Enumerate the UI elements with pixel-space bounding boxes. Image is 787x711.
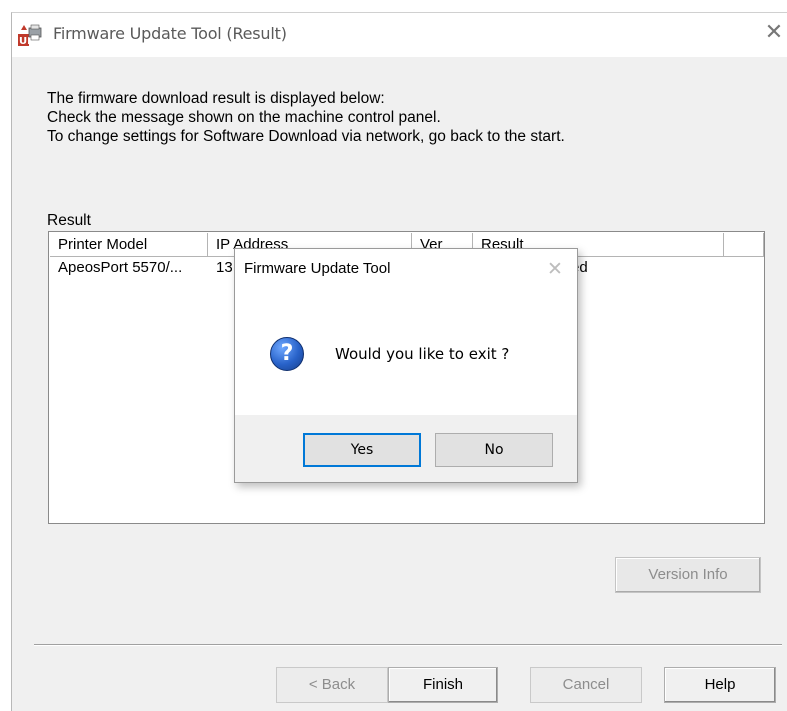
question-icon: ? xyxy=(270,337,304,371)
no-button[interactable]: No xyxy=(435,433,553,467)
instruction-line-2: Check the message shown on the machine c… xyxy=(47,109,441,126)
window-title: Firmware Update Tool (Result) xyxy=(53,24,287,43)
exit-confirm-dialog: Firmware Update Tool ✕ ? Would you like … xyxy=(234,248,578,483)
back-button[interactable]: < Back xyxy=(276,667,388,703)
help-button[interactable]: Help xyxy=(664,667,776,703)
instructions: The firmware download result is displaye… xyxy=(47,89,565,146)
dialog-title: Firmware Update Tool xyxy=(244,260,391,277)
column-filler xyxy=(724,233,764,257)
separator xyxy=(34,644,782,646)
window-close-button[interactable]: ✕ xyxy=(762,19,786,47)
version-info-button[interactable]: Version Info xyxy=(615,557,761,593)
title-bar[interactable]: UP Firmware Update Tool (Result) ✕ xyxy=(12,13,787,57)
dialog-footer: Yes No xyxy=(235,415,577,482)
instruction-line-1: The firmware download result is displaye… xyxy=(47,90,385,107)
yes-button[interactable]: Yes xyxy=(303,433,421,467)
dialog-close-button[interactable]: ✕ xyxy=(543,257,567,281)
cancel-button[interactable]: Cancel xyxy=(530,667,642,703)
finish-button[interactable]: Finish xyxy=(388,667,498,703)
result-label: Result xyxy=(47,212,91,229)
column-printer-model[interactable]: Printer Model xyxy=(50,233,208,257)
dialog-message: Would you like to exit ? xyxy=(335,345,510,363)
instruction-line-3: To change settings for Software Download… xyxy=(47,128,565,145)
app-update-icon: UP xyxy=(18,24,42,47)
cell-printer-model: ApeosPort 5570/... xyxy=(58,259,183,276)
